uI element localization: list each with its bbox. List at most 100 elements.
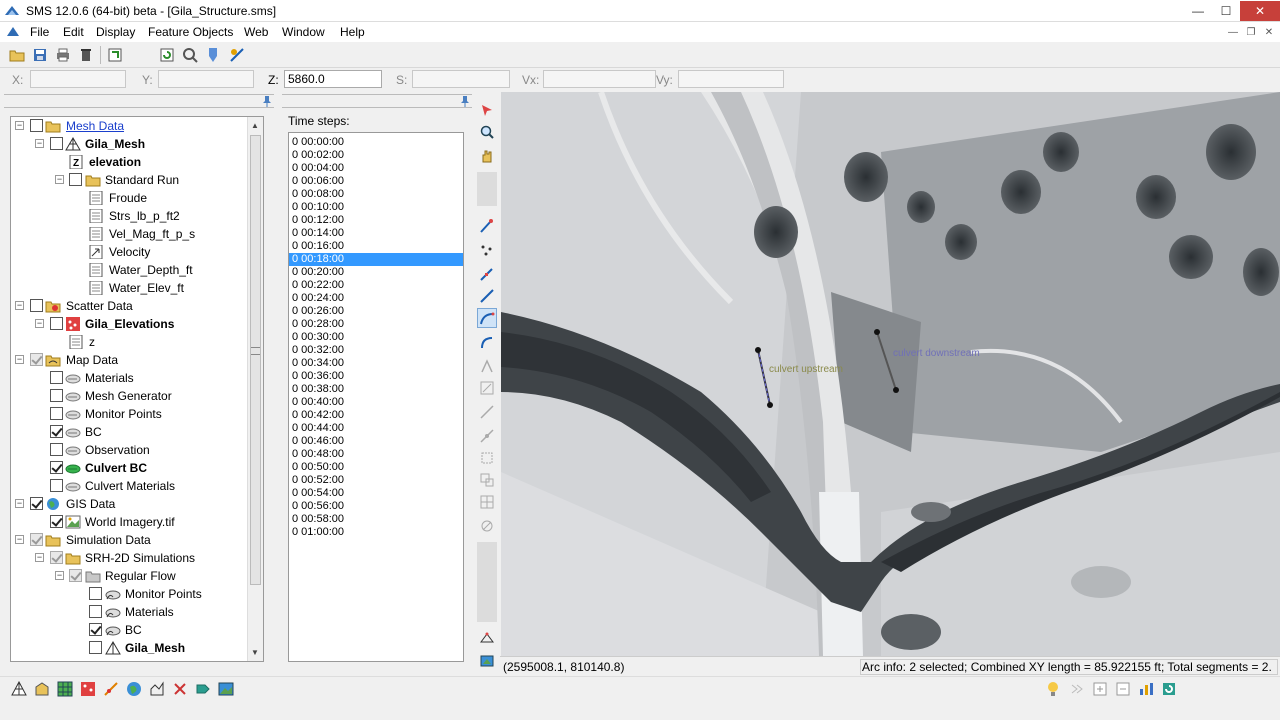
vx-field[interactable]	[543, 70, 656, 88]
tree-item-vel-mag[interactable]: Vel_Mag_ft_p_s	[11, 225, 249, 243]
tree-item-elevation[interactable]: Z elevation	[11, 153, 249, 171]
project-explorer-tree[interactable]: − Mesh Data − Gila_Mesh Z elevation − St…	[10, 116, 264, 662]
time-step-item[interactable]: 0 00:14:00	[289, 227, 463, 240]
print-icon[interactable]	[54, 46, 72, 64]
collapse-tree-icon[interactable]	[1114, 680, 1132, 698]
minimize-button[interactable]: —	[1184, 1, 1212, 21]
select-vertex-icon[interactable]	[477, 264, 497, 284]
gis-data-checkbox[interactable]	[30, 497, 43, 510]
tree-item-water-depth[interactable]: Water_Depth_ft	[11, 261, 249, 279]
sort-icon[interactable]	[1068, 680, 1086, 698]
bc-checkbox[interactable]	[50, 425, 63, 438]
tree-item-regular-flow[interactable]: − Regular Flow	[11, 567, 249, 585]
select-polygon-icon[interactable]	[477, 378, 497, 398]
tree-item-world-imagery[interactable]: World Imagery.tif	[11, 513, 249, 531]
tree-item-culvert-materials[interactable]: Culvert Materials	[11, 477, 249, 495]
collapse-toggle[interactable]: −	[35, 553, 44, 562]
monitor-points-checkbox[interactable]	[50, 407, 63, 420]
tree-item-map-data[interactable]: − Map Data	[11, 351, 249, 369]
tree-item-scatter-data[interactable]: − Scatter Data	[11, 297, 249, 315]
time-step-item[interactable]: 0 00:04:00	[289, 162, 463, 175]
map-data-checkbox[interactable]	[30, 353, 43, 366]
menu-edit[interactable]: Edit	[63, 25, 84, 39]
time-step-item[interactable]: 0 00:44:00	[289, 422, 463, 435]
menu-window[interactable]: Window	[282, 25, 325, 39]
materials-checkbox[interactable]	[50, 371, 63, 384]
time-step-item[interactable]: 0 00:20:00	[289, 266, 463, 279]
sim-bc-checkbox[interactable]	[89, 623, 102, 636]
document-icon[interactable]	[6, 25, 20, 39]
tree-item-velocity[interactable]: Velocity	[11, 243, 249, 261]
collapse-toggle[interactable]: −	[55, 571, 64, 580]
simulation-data-checkbox[interactable]	[30, 533, 43, 546]
tree-scrollbar[interactable]: ▲ ▼	[247, 117, 263, 661]
tree-item-froude[interactable]: Froude	[11, 189, 249, 207]
collapse-toggle[interactable]: −	[15, 355, 24, 364]
create-polygon-icon[interactable]	[477, 356, 497, 376]
tree-item-culvert-bc[interactable]: Culvert BC	[11, 459, 249, 477]
particle-module-icon[interactable]	[148, 680, 166, 698]
world-imagery-checkbox[interactable]	[50, 515, 63, 528]
time-step-item[interactable]: 0 00:40:00	[289, 396, 463, 409]
zoom-tool-icon[interactable]	[477, 122, 497, 142]
time-step-item[interactable]: 0 00:54:00	[289, 487, 463, 500]
menu-display[interactable]: Display	[96, 25, 135, 39]
time-step-item[interactable]: 0 00:48:00	[289, 448, 463, 461]
mesh-generator-checkbox[interactable]	[50, 389, 63, 402]
mdi-minimize-button[interactable]: —	[1224, 25, 1242, 39]
collapse-toggle[interactable]: −	[15, 301, 24, 310]
tree-item-strs[interactable]: Strs_lb_p_ft2	[11, 207, 249, 225]
z-field[interactable]: 5860.0	[284, 70, 382, 88]
observation-checkbox[interactable]	[50, 443, 63, 456]
tree-item-sim-bc[interactable]: BC	[11, 621, 249, 639]
time-step-item[interactable]: 0 00:12:00	[289, 214, 463, 227]
image-module-icon[interactable]	[217, 680, 235, 698]
tree-item-mesh-data[interactable]: − Mesh Data	[11, 117, 249, 135]
scatter-module-icon[interactable]	[79, 680, 97, 698]
time-step-item[interactable]: 0 00:38:00	[289, 383, 463, 396]
menu-help[interactable]: Help	[340, 25, 365, 39]
time-step-item[interactable]: 0 00:26:00	[289, 305, 463, 318]
time-step-item[interactable]: 0 01:00:00	[289, 526, 463, 539]
collapse-toggle[interactable]: −	[15, 121, 24, 130]
time-step-item[interactable]: 0 00:34:00	[289, 357, 463, 370]
culvert-bc-checkbox[interactable]	[50, 461, 63, 474]
time-step-item[interactable]: 0 00:58:00	[289, 513, 463, 526]
time-step-item[interactable]: 0 00:22:00	[289, 279, 463, 292]
tree-item-water-elev[interactable]: Water_Elev_ft	[11, 279, 249, 297]
regular-flow-checkbox[interactable]	[69, 569, 82, 582]
collapse-toggle[interactable]: −	[35, 319, 44, 328]
tree-item-gila-mesh[interactable]: − Gila_Mesh	[11, 135, 249, 153]
refresh-view-icon[interactable]	[1160, 680, 1178, 698]
select-weir-icon[interactable]	[477, 516, 497, 536]
tools-module-icon[interactable]	[171, 680, 189, 698]
cartesian-grid-module-icon[interactable]	[33, 680, 51, 698]
tree-item-monitor-points[interactable]: Monitor Points	[11, 405, 249, 423]
time-step-item[interactable]: 0 00:42:00	[289, 409, 463, 422]
tree-item-mesh-generator[interactable]: Mesh Generator	[11, 387, 249, 405]
menu-web[interactable]: Web	[244, 25, 268, 39]
select-arc-group-icon[interactable]	[477, 332, 497, 352]
scroll-up-icon[interactable]: ▲	[251, 121, 259, 130]
vy-field[interactable]	[678, 70, 784, 88]
mdi-close-button[interactable]: ✕	[1260, 25, 1278, 39]
tree-item-gila-elevations[interactable]: − Gila_Elevations	[11, 315, 249, 333]
create-vertex-icon[interactable]	[477, 426, 497, 446]
time-step-item[interactable]: 0 00:52:00	[289, 474, 463, 487]
pin-icon[interactable]	[460, 95, 470, 107]
mesh-data-checkbox[interactable]	[30, 119, 43, 132]
tree-item-observation[interactable]: Observation	[11, 441, 249, 459]
x-field[interactable]	[30, 70, 126, 88]
tree-item-gis-data[interactable]: − GIS Data	[11, 495, 249, 513]
collapse-toggle[interactable]: −	[15, 499, 24, 508]
time-step-item[interactable]: 0 00:24:00	[289, 292, 463, 305]
tree-item-srh2d-simulations[interactable]: − SRH-2D Simulations	[11, 549, 249, 567]
time-step-item[interactable]: 0 00:46:00	[289, 435, 463, 448]
pan-tool-icon[interactable]	[477, 146, 497, 166]
refresh-icon[interactable]	[158, 46, 176, 64]
maximize-button[interactable]: ☐	[1212, 1, 1240, 21]
bulb-icon[interactable]	[1044, 680, 1062, 698]
time-step-item[interactable]: 0 00:32:00	[289, 344, 463, 357]
close-button[interactable]: ✕	[1240, 1, 1280, 21]
expand-tree-icon[interactable]	[1091, 680, 1109, 698]
